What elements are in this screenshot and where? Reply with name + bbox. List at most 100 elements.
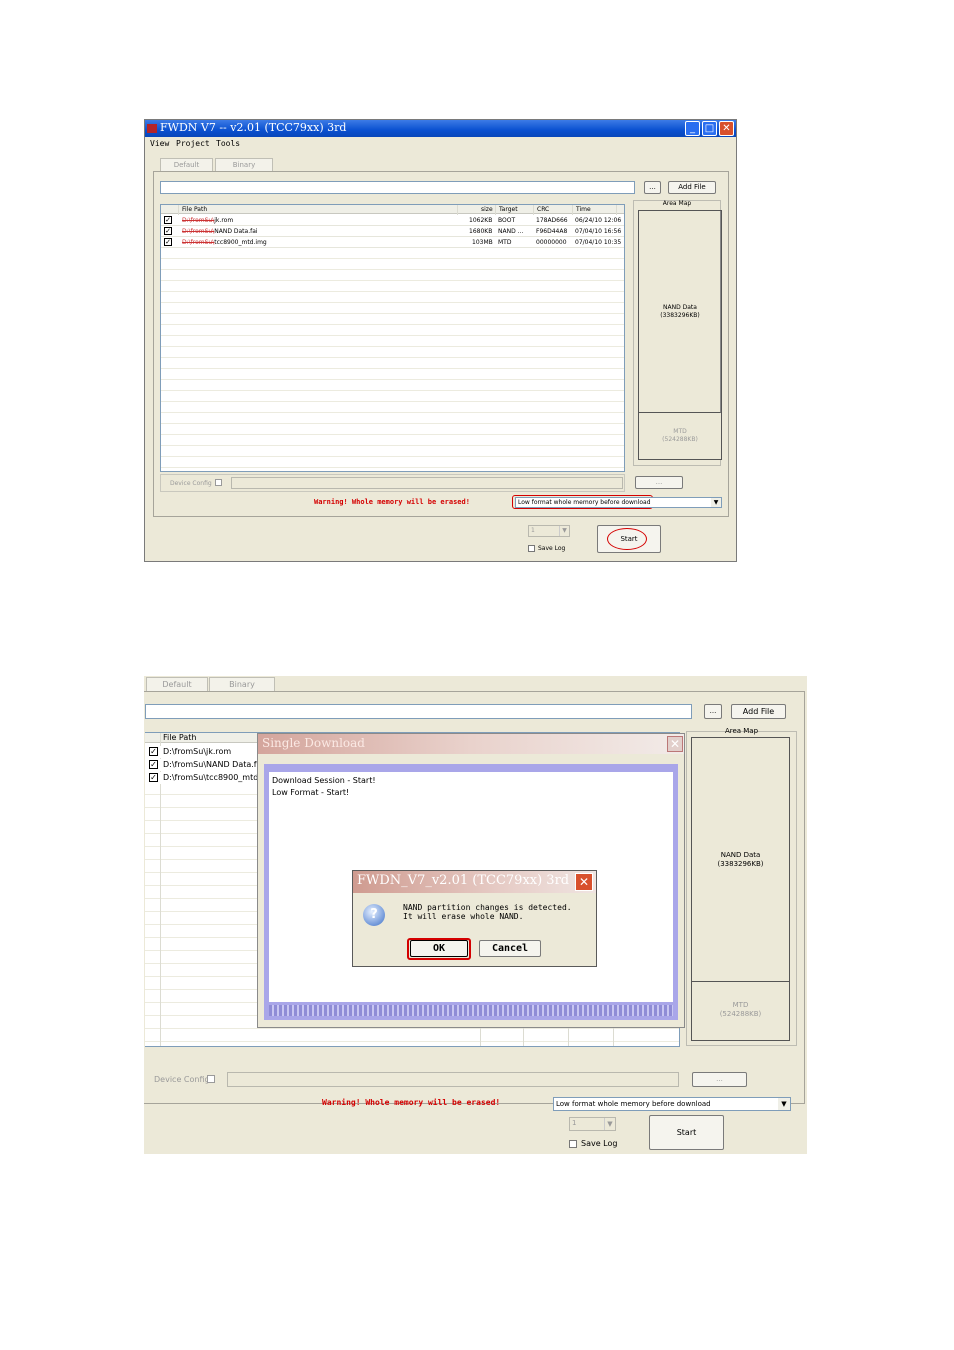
file-time: 07/04/10 10:35 — [575, 239, 622, 246]
count-spinner[interactable]: 1 ▼ — [528, 525, 570, 537]
minimize-icon[interactable]: _ — [685, 121, 700, 136]
empty-rows — [161, 215, 624, 471]
menu-bar: View Project Tools — [145, 138, 736, 150]
row-checkbox[interactable]: ✓ — [149, 747, 158, 756]
device-config-button[interactable]: ... — [692, 1072, 747, 1087]
file-path-input[interactable] — [145, 704, 692, 719]
close-icon[interactable]: ✕ — [575, 873, 593, 891]
chevron-down-icon[interactable]: ▼ — [604, 1118, 615, 1130]
format-select-value: Low format whole memory before download — [518, 499, 651, 506]
column-file-path[interactable]: File Path — [163, 733, 197, 742]
warning-text: Warning! Whole memory will be erased! — [322, 1098, 501, 1107]
row-checkbox[interactable]: ✓ — [149, 760, 158, 769]
maximize-icon[interactable]: □ — [702, 121, 717, 136]
file-path-prefix: D:\fromSu\ — [182, 217, 215, 224]
close-icon[interactable]: ✕ — [667, 736, 683, 752]
mtd-size: (524288KB) — [719, 1010, 762, 1018]
row-checkbox[interactable]: ✓ — [164, 216, 172, 224]
device-config-label: Device Config — [154, 1075, 210, 1084]
mtd-area[interactable]: MTD (524288KB) — [639, 414, 721, 459]
chevron-down-icon[interactable]: ▼ — [778, 1098, 790, 1110]
format-select[interactable]: Low format whole memory before download … — [515, 497, 722, 508]
file-path-prefix: D:\fromSu\ — [182, 228, 215, 235]
file-path-prefix: D:\fromSu\ — [182, 239, 215, 246]
device-config-button[interactable]: ... — [635, 476, 683, 489]
menu-tools[interactable]: Tools — [216, 139, 240, 148]
table-row[interactable]: ✓ D:\fromSu\jk.rom 1062KB BOOT 178AD666 … — [161, 215, 624, 226]
file-time: 06/24/10 12:06 — [575, 217, 622, 224]
add-file-button[interactable]: Add File — [668, 181, 716, 194]
file-size: 103MB — [472, 239, 493, 246]
table-row[interactable]: ✓ D:\fromSu\jk.rom — [145, 746, 260, 758]
tab-default[interactable]: Default — [160, 158, 213, 171]
save-log-label: Save Log — [581, 1139, 618, 1148]
window-title: FWDN V7 -- v2.01 (TCC79xx) 3rd — [160, 121, 347, 134]
table-row[interactable]: ✓ D:\fromSu\tcc8900_mtd.img 103MB MTD 00… — [161, 237, 624, 248]
browse-button[interactable]: ... — [644, 181, 661, 194]
file-target: NAND ... — [498, 228, 524, 235]
nand-data-size: (3383296KB) — [660, 312, 700, 319]
question-icon: ? — [363, 904, 385, 926]
save-log-label: Save Log — [538, 545, 566, 552]
log-line: Low Format - Start! — [272, 788, 350, 797]
column-crc[interactable]: CRC — [537, 206, 549, 213]
tab-binary[interactable]: Binary — [215, 158, 273, 171]
file-path-name: tcc8900_mtd.img — [214, 239, 267, 246]
fwdn-window-top: FWDN V7 -- v2.01 (TCC79xx) 3rd _ □ ✕ Vie… — [144, 119, 737, 562]
file-path-input[interactable] — [160, 181, 635, 194]
title-bar[interactable]: FWDN V7 -- v2.01 (TCC79xx) 3rd _ □ ✕ — [145, 120, 736, 137]
nand-data-area[interactable]: NAND Data (3383296KB) — [639, 211, 721, 413]
device-config-checkbox[interactable] — [207, 1075, 215, 1083]
column-target[interactable]: Target — [499, 206, 518, 213]
tab-binary[interactable]: Binary — [209, 677, 275, 692]
table-row[interactable]: ✓ D:\fromSu\NAND Data.fai 1680KB NAND ..… — [161, 226, 624, 237]
count-spinner[interactable]: 1 ▼ — [569, 1117, 616, 1131]
chevron-down-icon[interactable]: ▼ — [711, 498, 721, 507]
file-crc: F96D44A8 — [536, 228, 568, 235]
menu-project[interactable]: Project — [176, 139, 210, 148]
device-config-input[interactable] — [227, 1072, 679, 1087]
dialog-title: Single Download — [262, 736, 365, 750]
count-value: 1 — [531, 527, 535, 534]
app-icon — [147, 124, 157, 133]
device-config-input[interactable] — [231, 477, 623, 489]
device-config-label: Device Config — [170, 480, 212, 487]
mtd-size: (524288KB) — [662, 436, 698, 443]
area-map: NAND Data (3383296KB) MTD (524288KB) — [691, 737, 790, 1041]
log-line: Download Session - Start! — [272, 776, 376, 785]
row-checkbox[interactable]: ✓ — [149, 773, 158, 782]
table-row[interactable]: ✓ D:\fromSu\tcc8900_mtd.im — [145, 772, 260, 784]
save-log-checkbox[interactable] — [528, 545, 535, 552]
chevron-down-icon[interactable]: ▼ — [559, 526, 569, 536]
nand-data-area[interactable]: NAND Data (3383296KB) — [692, 738, 789, 982]
column-size[interactable]: size — [481, 206, 493, 213]
close-icon[interactable]: ✕ — [719, 121, 734, 136]
dialog-title-bar[interactable]: FWDN_V7_v2.01 (TCC79xx) 3rd ✕ — [353, 871, 596, 893]
start-button[interactable]: Start — [649, 1115, 724, 1150]
mtd-label: MTD — [673, 428, 687, 435]
browse-button[interactable]: ... — [704, 704, 722, 719]
row-checkbox[interactable]: ✓ — [164, 227, 172, 235]
confirm-dialog: FWDN_V7_v2.01 (TCC79xx) 3rd ✕ ? NAND par… — [352, 870, 597, 967]
tab-default[interactable]: Default — [146, 677, 208, 692]
menu-view[interactable]: View — [150, 139, 169, 148]
area-map-group: Area Map NAND Data (3383296KB) MTD (5242… — [633, 200, 722, 466]
nand-data-label: NAND Data — [663, 304, 697, 311]
column-time[interactable]: Time — [576, 206, 591, 213]
add-file-button[interactable]: Add File — [731, 704, 786, 719]
file-list-header: File Path size Target CRC Time — [161, 205, 624, 214]
ok-button[interactable]: OK — [410, 940, 468, 957]
format-select-value: Low format whole memory before download — [556, 1100, 711, 1108]
nand-data-label: NAND Data — [720, 851, 761, 859]
nand-data-size: (3383296KB) — [717, 860, 764, 868]
row-checkbox[interactable]: ✓ — [164, 238, 172, 246]
cancel-button[interactable]: Cancel — [479, 940, 541, 957]
save-log-checkbox[interactable] — [569, 1140, 577, 1148]
dialog-title-bar[interactable]: Single Download ✕ — [258, 734, 684, 754]
device-config-checkbox[interactable] — [215, 479, 222, 486]
table-row[interactable]: ✓ D:\fromSu\NAND Data.fai — [145, 759, 264, 771]
mtd-area[interactable]: MTD (524288KB) — [692, 983, 789, 1040]
column-file-path[interactable]: File Path — [182, 206, 207, 213]
format-select[interactable]: Low format whole memory before download … — [553, 1097, 791, 1111]
dialog-message-line: NAND partition changes is detected. — [403, 903, 572, 912]
